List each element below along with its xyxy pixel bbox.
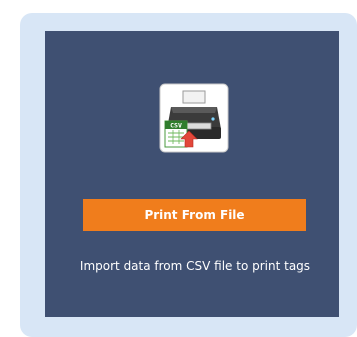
tile-frame: CSV Print From File Import data from CSV… — [20, 13, 357, 337]
tile-description: Import data from CSV file to print tags — [79, 259, 311, 273]
csv-badge-label: CSV — [170, 122, 182, 130]
printer-csv-icon: CSV — [159, 83, 229, 153]
print-from-file-tile[interactable]: CSV Print From File Import data from CSV… — [45, 31, 339, 317]
print-from-file-button[interactable]: Print From File — [83, 199, 306, 231]
print-from-file-button-label: Print From File — [144, 208, 245, 222]
